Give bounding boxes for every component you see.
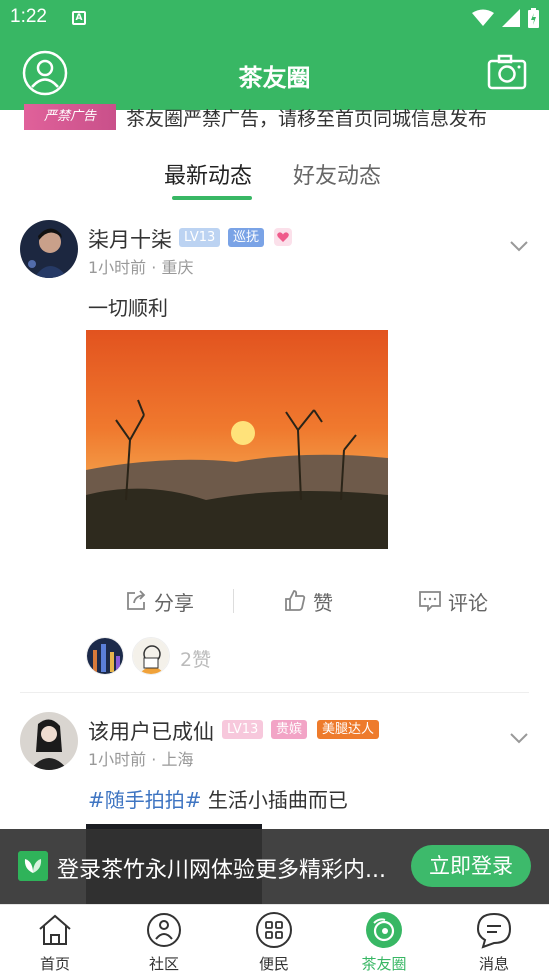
like-button[interactable]: 赞 xyxy=(283,579,333,623)
notice-ad-image: 严禁广告 xyxy=(24,104,116,130)
hashtag-link[interactable]: #随手拍拍# xyxy=(88,788,202,812)
level-badge: LV13 xyxy=(179,228,221,247)
share-button[interactable]: 分享 xyxy=(124,579,194,623)
nav-item-messages[interactable]: 消息 xyxy=(454,911,534,974)
status-time: 1:22 xyxy=(10,6,47,27)
thumbs-up-icon xyxy=(285,590,306,611)
heart-badge-icon xyxy=(274,228,292,246)
post-meta: 1小时前 · 上海 xyxy=(88,750,194,769)
post-text: #随手拍拍# 生活小插曲而已 xyxy=(88,784,348,813)
app-header: 茶友圈 xyxy=(0,36,549,110)
level-badge: LV13 xyxy=(222,720,264,739)
bottom-nav: 首页 社区 便民 茶友圈 消息 xyxy=(0,904,549,976)
login-prompt-text: 登录茶竹永川网体验更多精彩内... xyxy=(57,858,386,883)
comment-label: 评论 xyxy=(448,590,488,615)
post-meta: 1小时前 · 重庆 xyxy=(88,258,194,277)
divider xyxy=(233,589,234,613)
notice-text: 茶友圈严禁广告，请移至首页同城信息发布 xyxy=(126,108,488,130)
post-image[interactable] xyxy=(86,330,388,549)
nav-label: 首页 xyxy=(39,955,70,973)
avatar[interactable] xyxy=(20,712,78,770)
message-icon xyxy=(476,912,512,949)
wifi-icon xyxy=(472,9,494,26)
comment-icon xyxy=(419,591,441,613)
system-icons xyxy=(472,8,539,28)
like-count: 2赞 xyxy=(180,649,212,671)
liker-avatar[interactable] xyxy=(132,637,170,675)
camera-icon[interactable] xyxy=(487,52,527,92)
rank-badge: 贵嫔 xyxy=(271,720,308,739)
notice-bar[interactable]: 严禁广告 茶友圈严禁广告，请移至首页同城信息发布 xyxy=(0,100,549,132)
login-button[interactable]: 立即登录 xyxy=(411,845,531,887)
username[interactable]: 柒月十柒 xyxy=(88,224,172,254)
nav-label: 社区 xyxy=(148,955,179,973)
app-logo-icon xyxy=(18,851,48,881)
page-title: 茶友圈 xyxy=(238,64,311,92)
title-badge: 美腿达人 xyxy=(317,720,380,739)
community-icon xyxy=(147,913,181,947)
tab-friends[interactable]: 好友动态 xyxy=(293,158,381,190)
share-label: 分享 xyxy=(154,590,194,615)
post-text-body: 生活小插曲而已 xyxy=(201,788,348,812)
nav-label: 茶友圈 xyxy=(361,955,407,973)
liker-avatar[interactable] xyxy=(86,637,124,675)
home-icon xyxy=(39,914,71,945)
nav-label: 便民 xyxy=(258,955,289,973)
nav-item-tea-circle[interactable]: 茶友圈 xyxy=(344,911,424,974)
signal-icon xyxy=(502,9,520,27)
tab-latest[interactable]: 最新动态 xyxy=(164,158,252,190)
likers-row[interactable]: 2赞 xyxy=(86,637,246,677)
tea-circle-icon xyxy=(366,912,402,948)
nav-item-community[interactable]: 社区 xyxy=(124,911,204,974)
username[interactable]: 该用户已成仙 xyxy=(88,716,214,746)
services-icon xyxy=(256,912,292,948)
share-icon xyxy=(127,590,146,610)
active-tab-indicator xyxy=(172,196,252,200)
avatar[interactable] xyxy=(20,220,78,278)
login-banner: 登录茶竹永川网体验更多精彩内... 立即登录 xyxy=(0,829,549,904)
nav-item-home[interactable]: 首页 xyxy=(15,911,95,974)
chevron-down-icon[interactable] xyxy=(509,240,529,252)
post-divider xyxy=(20,692,529,693)
feed-tabs: 最新动态 好友动态 xyxy=(0,154,549,202)
nav-label: 消息 xyxy=(478,955,509,973)
like-label: 赞 xyxy=(313,590,333,615)
feed-post: 柒月十柒 LV13 巡抚 1小时前 · 重庆 一切顺利 分享 赞 评论 2赞 xyxy=(0,218,549,690)
status-bar: 1:22 A xyxy=(0,0,549,36)
post-actions: 分享 赞 评论 xyxy=(0,579,549,623)
comment-button[interactable]: 评论 xyxy=(418,579,488,623)
post-text: 一切顺利 xyxy=(88,296,168,320)
notification-icon: A xyxy=(72,11,86,25)
nav-item-services[interactable]: 便民 xyxy=(234,911,314,974)
rank-badge: 巡抚 xyxy=(228,228,265,247)
chevron-down-icon[interactable] xyxy=(509,732,529,744)
battery-icon xyxy=(528,8,539,28)
